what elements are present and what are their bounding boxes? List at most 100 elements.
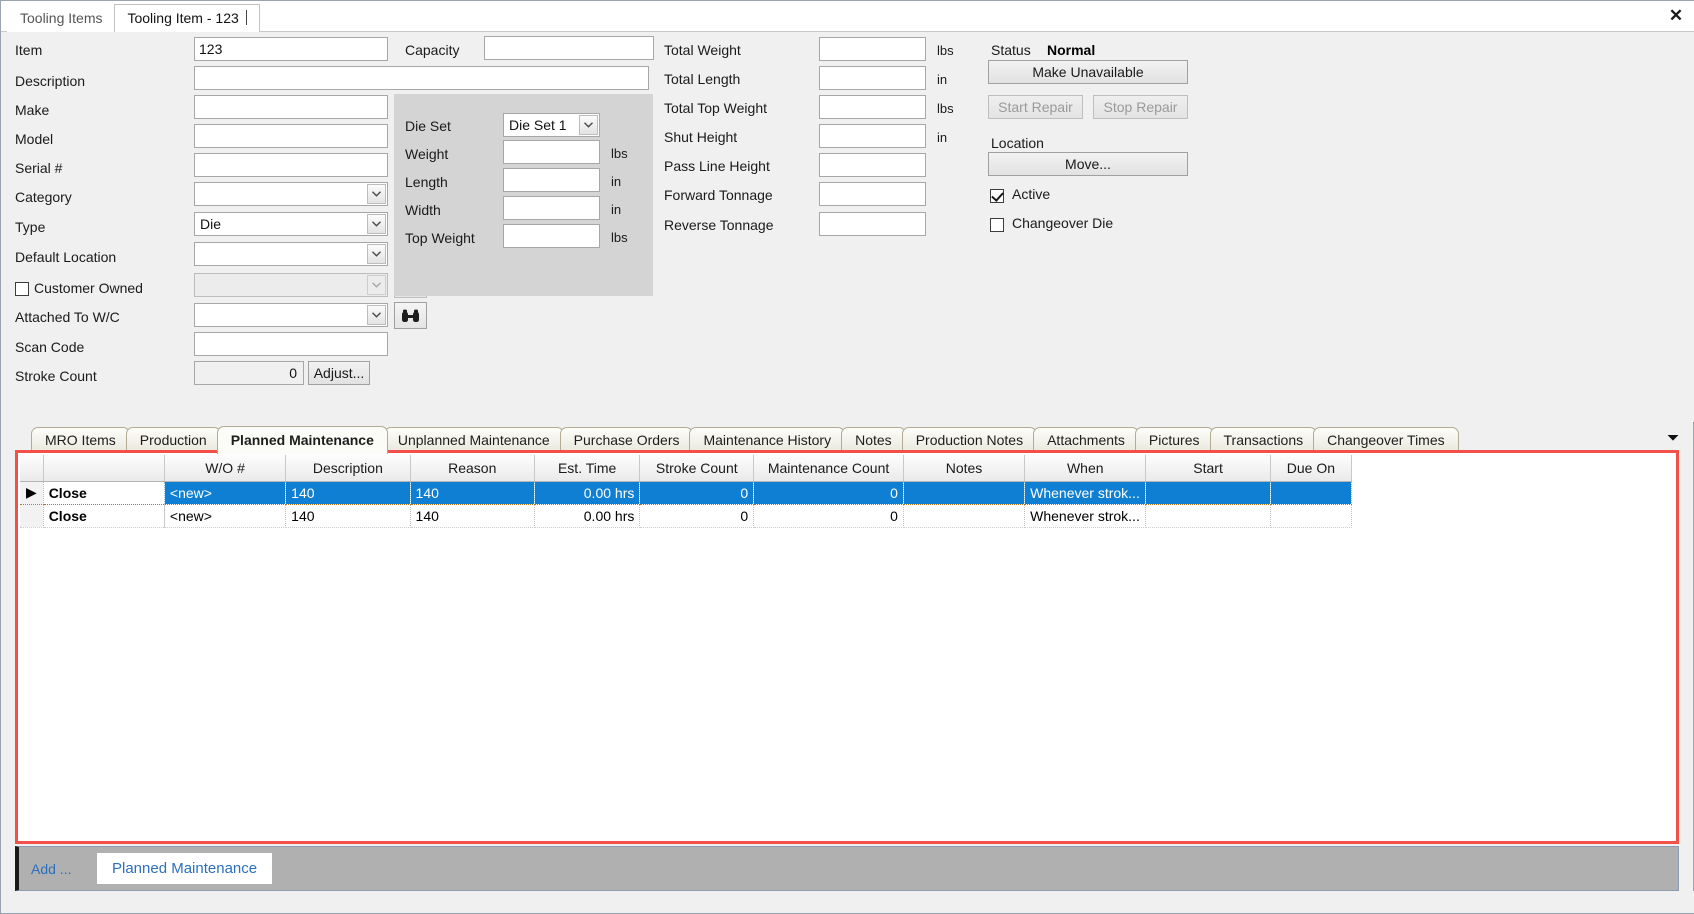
active-checkbox[interactable] [990,189,1004,203]
item-input[interactable] [194,37,388,61]
make-unavailable-button[interactable]: Make Unavailable [988,60,1188,84]
shut-height-input[interactable] [819,124,926,148]
grid-cell[interactable]: Whenever strok... [1024,481,1147,505]
default-location-combo[interactable] [194,242,388,266]
grid-header-cell[interactable]: W/O # [164,455,287,482]
tab-planned-maintenance[interactable]: Planned Maintenance [216,426,388,454]
total-weight-input[interactable] [819,37,926,61]
unit-top-weight: lbs [611,230,628,245]
customer-owned-checkbox[interactable] [15,282,29,296]
grid-cell[interactable]: 0.00 hrs [534,504,641,528]
grid-cell[interactable] [903,481,1026,505]
grid-cell[interactable]: 140 [285,481,411,505]
model-input[interactable] [194,124,388,148]
grid-header-cell[interactable] [20,455,44,482]
grid-cell[interactable] [1270,481,1353,505]
tab-label: Production [139,432,207,448]
width-input[interactable] [503,196,600,220]
planned-maintenance-grid[interactable]: W/O # Description Reason Est. Time Stroke Co… [19,454,1675,840]
grid-cell[interactable]: 140 [410,504,535,528]
grid-header-row: W/O # Description Reason Est. Time Stroke Co… [20,455,1353,482]
grid-cell[interactable]: 0 [753,481,904,505]
grid-cell[interactable]: 0 [639,481,755,505]
grid-header-cell[interactable]: When [1024,455,1147,482]
document-tabbar: Tooling Items Tooling Item - 123 ✕ [1,1,1694,32]
description-input[interactable] [194,66,649,90]
table-row[interactable]: Close <new> 140 140 0.00 hrs 0 0 Whenever strok… [20,504,1353,528]
changeover-die-checkbox[interactable] [990,218,1004,232]
make-input[interactable] [194,95,388,119]
chevron-down-icon [367,214,386,234]
row-close-button[interactable]: Close [43,504,165,528]
length-input[interactable] [503,168,600,192]
grid-cell[interactable]: 0 [639,504,755,528]
grid-cell[interactable] [1145,504,1271,528]
grid-header-cell[interactable]: Stroke Count [639,455,755,482]
grid-cell[interactable]: <new> [164,481,287,505]
total-length-input[interactable] [819,66,926,90]
row-current-indicator[interactable] [20,504,44,528]
type-value: Die [200,216,222,232]
attached-to-wc-find-button[interactable] [394,302,427,329]
reverse-tonnage-input[interactable] [819,212,926,236]
type-combo[interactable]: Die [194,212,388,236]
grid-header-cell[interactable]: Start [1145,455,1271,482]
capacity-input[interactable] [484,36,654,60]
attached-to-wc-combo[interactable] [194,303,388,327]
label-type: Type [15,219,46,235]
label-category: Category [15,189,72,205]
label-total-top-weight: Total Top Weight [664,100,767,116]
grid-cell[interactable] [1145,481,1271,505]
tab-overflow-chevron-down-icon[interactable] [1665,430,1681,446]
serial-input[interactable] [194,153,388,177]
weight-input[interactable] [503,140,600,164]
grid-cell[interactable]: 0.00 hrs [534,481,641,505]
grid-cell[interactable]: Whenever strok... [1024,504,1147,528]
unit-total-length: in [937,72,948,87]
grid-header-cell[interactable]: Due On [1270,455,1353,482]
grid-header-cell[interactable]: Description [285,455,411,482]
grid-cell[interactable]: <new> [164,504,287,528]
grid-cell[interactable] [1270,504,1353,528]
grid-cell[interactable]: 140 [410,481,535,505]
label-status: Status [991,42,1031,58]
label-width: Width [405,202,441,218]
row-current-indicator[interactable]: ▶ [20,481,44,505]
grid-header-cell[interactable]: Maintenance Count [753,455,904,482]
forward-tonnage-input[interactable] [819,182,926,206]
table-row[interactable]: ▶ Close <new> 140 140 0.00 hrs 0 0 Whenever stro… [20,480,1353,505]
grid-header-cell[interactable]: Reason [410,455,535,482]
bottom-action-bar: Add ... Planned Maintenance [15,846,1679,891]
add-link[interactable]: Add ... [31,861,71,877]
adjust-button[interactable]: Adjust... [308,361,370,385]
stroke-count-input[interactable] [194,361,304,385]
row-close-button[interactable]: Close [42,480,165,505]
grid-header-cell[interactable]: Est. Time [534,455,641,482]
grid-header-cell[interactable]: Notes [903,455,1026,482]
document-tabs: Tooling Items Tooling Item - 123 [7,1,260,32]
scan-code-input[interactable] [194,332,388,356]
top-weight-input[interactable] [503,224,600,248]
pass-line-height-input[interactable] [819,153,926,177]
tooling-item-window: Tooling Items Tooling Item - 123 ✕ Item … [0,0,1694,914]
grid-cell[interactable]: 0 [753,504,904,528]
die-set-combo[interactable]: Die Set 1 [503,113,600,137]
document-tab-tooling-item-123[interactable]: Tooling Item - 123 [114,4,260,32]
customer-owned-combo [194,273,388,297]
grid-cell[interactable]: 140 [285,504,411,528]
add-planned-maintenance-chip[interactable]: Planned Maintenance [97,853,273,884]
tab-label: Pictures [1148,432,1200,448]
category-combo[interactable] [194,182,388,206]
label-reverse-tonnage: Reverse Tonnage [664,217,774,233]
document-tab-tooling-items[interactable]: Tooling Items [7,4,116,32]
tab-label: Unplanned Maintenance [397,432,550,448]
move-button[interactable]: Move... [988,152,1188,176]
total-top-weight-input[interactable] [819,95,926,119]
tab-label: Maintenance History [703,432,832,448]
grid-cell[interactable] [903,504,1026,528]
grid-header-cell[interactable] [43,455,165,482]
grid-table: W/O # Description Reason Est. Time Stroke Co… [20,455,1353,528]
label-length: Length [405,174,448,190]
unit-total-weight: lbs [937,43,954,58]
close-icon[interactable]: ✕ [1665,5,1687,27]
